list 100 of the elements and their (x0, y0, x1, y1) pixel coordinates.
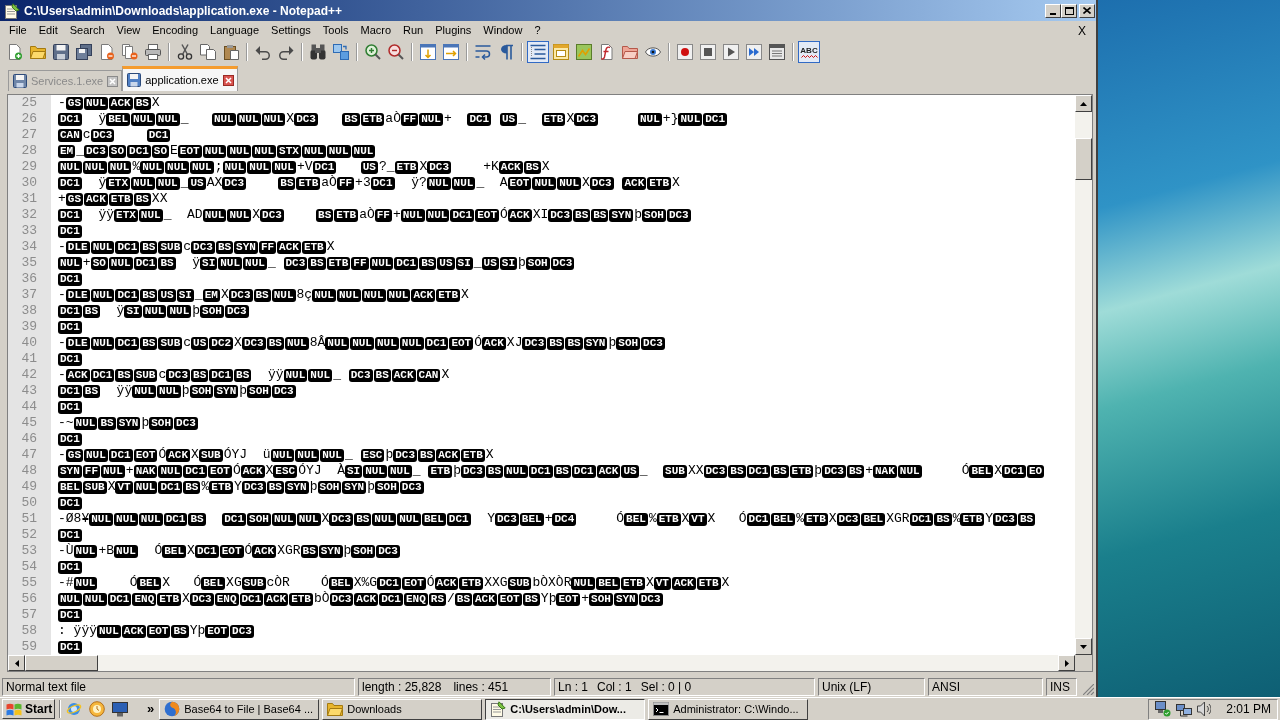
menu-item[interactable]: Macro (354, 22, 398, 39)
start-button[interactable]: Start (2, 699, 55, 719)
line-number: 48 (21, 463, 37, 479)
scroll-up-button[interactable] (1075, 95, 1092, 112)
menu-item[interactable]: Window (477, 22, 529, 39)
menu-item[interactable]: Plugins (429, 22, 478, 39)
close-document-button[interactable]: X (1075, 22, 1089, 39)
menu-item[interactable]: ? (528, 22, 547, 39)
control-code-token: NUL (97, 624, 121, 638)
control-code-token: NUL (82, 592, 107, 606)
menu-item[interactable]: Edit (32, 22, 64, 39)
line-number: 37 (21, 287, 37, 303)
toolbar-button[interactable] (674, 41, 696, 63)
control-code-token: SUB (133, 368, 158, 382)
menu-item[interactable]: Encoding (146, 22, 205, 39)
clock-icon[interactable] (89, 701, 105, 717)
code-text: ÿ (97, 175, 107, 191)
code-text: E (170, 143, 178, 159)
menu-item[interactable]: Tools (316, 22, 355, 39)
control-code-token: ACK (84, 192, 108, 206)
taskbar-button[interactable]: Administrator: C:\Windo... (648, 698, 809, 720)
monitor-icon[interactable] (112, 701, 128, 717)
code-text: X (182, 591, 190, 607)
control-code-token: NUL (361, 288, 386, 302)
code-text: -~ (58, 415, 74, 431)
horizontal-scrollbar[interactable] (8, 655, 1075, 671)
control-code-token: ACK (596, 464, 621, 478)
toolbar-button[interactable] (417, 41, 439, 63)
code-text: Y (234, 479, 242, 495)
notepad-icon (490, 701, 507, 717)
code-text: + (443, 111, 453, 127)
tab[interactable]: application.exe (122, 66, 238, 91)
control-code-token: ETB (428, 464, 453, 478)
close-button[interactable] (1079, 3, 1095, 18)
control-code-token: US (158, 288, 176, 302)
scroll-thumb[interactable] (25, 655, 98, 671)
code-text: c (183, 239, 192, 255)
toolbar-button[interactable] (720, 41, 742, 63)
line-chart-icon (576, 44, 592, 60)
toolbar-button[interactable] (440, 41, 462, 63)
taskbar-button[interactable]: C:\Users\admin\Dow... (485, 698, 646, 720)
toolbar-button[interactable] (697, 41, 719, 63)
toolbar-button[interactable] (527, 41, 549, 63)
scroll-left-button[interactable] (8, 655, 25, 671)
toolbar-button[interactable] (743, 41, 765, 63)
code-text: - (58, 239, 66, 255)
line-number: 33 (21, 223, 37, 239)
fast-forward-icon (746, 44, 762, 60)
toolbar-button[interactable]: ABC (798, 41, 820, 63)
overflow-button[interactable]: » (146, 702, 156, 716)
toolbar-button[interactable] (73, 41, 95, 63)
control-code-token: NUL (400, 208, 425, 222)
control-code-token: NUL (425, 208, 450, 222)
vertical-scrollbar[interactable] (1075, 95, 1092, 655)
status-text: INS (1050, 680, 1070, 694)
taskbar-button[interactable]: Downloads (322, 698, 483, 720)
up-arrow-icon (1080, 101, 1087, 106)
network-icon[interactable] (1176, 701, 1192, 717)
monitor-check-icon[interactable] (1155, 701, 1171, 717)
close-icon[interactable] (222, 74, 234, 86)
control-code-token: ETB (436, 288, 460, 302)
maximize-button[interactable] (1061, 3, 1077, 18)
control-code-token: NUL (138, 208, 163, 222)
line-number: 30 (21, 175, 37, 191)
control-code-token: ACK (65, 368, 90, 382)
control-code-token: DC1 (58, 640, 82, 654)
code-text: +K (482, 159, 499, 175)
control-code-token: NUL (131, 176, 155, 190)
control-code-token: BS (266, 480, 284, 494)
menu-item[interactable]: Search (63, 22, 111, 39)
control-code-token: NUL (271, 288, 296, 302)
control-code-token: DC3 (638, 592, 663, 606)
control-code-token: BS (316, 208, 334, 222)
scroll-thumb[interactable] (1075, 138, 1092, 180)
menu-item[interactable]: File (3, 22, 33, 39)
control-code-token: NUL (158, 464, 183, 478)
menu-item[interactable]: View (110, 22, 147, 39)
globe-ring-icon[interactable] (66, 701, 82, 717)
toolbar-button[interactable] (142, 41, 164, 63)
code-text: þ (814, 463, 823, 479)
control-code-token: BS (354, 512, 372, 526)
scroll-right-button[interactable] (1058, 655, 1075, 671)
line-number: 27 (21, 127, 37, 143)
toolbar-button[interactable] (766, 41, 788, 63)
menu-item[interactable]: Run (397, 22, 430, 39)
control-code-token: DC1 (58, 208, 82, 222)
close-icon[interactable] (107, 75, 119, 87)
control-code-token: ETB (394, 160, 419, 174)
menu-item[interactable]: Settings (265, 22, 317, 39)
minimize-button[interactable] (1045, 3, 1061, 18)
scroll-down-button[interactable] (1075, 638, 1092, 655)
menu-item[interactable]: Language (204, 22, 266, 39)
control-code-token: DC3 (189, 592, 214, 606)
speaker-icon[interactable] (1197, 701, 1211, 717)
toolbar-button[interactable] (197, 41, 219, 63)
line-number: 26 (21, 111, 37, 127)
toolbar-button[interactable] (50, 41, 72, 63)
control-code-token: NUL (336, 288, 361, 302)
resize-grip-icon[interactable] (1083, 684, 1094, 695)
taskbar-button[interactable]: Base64 to File | Base64 ... (159, 698, 320, 720)
